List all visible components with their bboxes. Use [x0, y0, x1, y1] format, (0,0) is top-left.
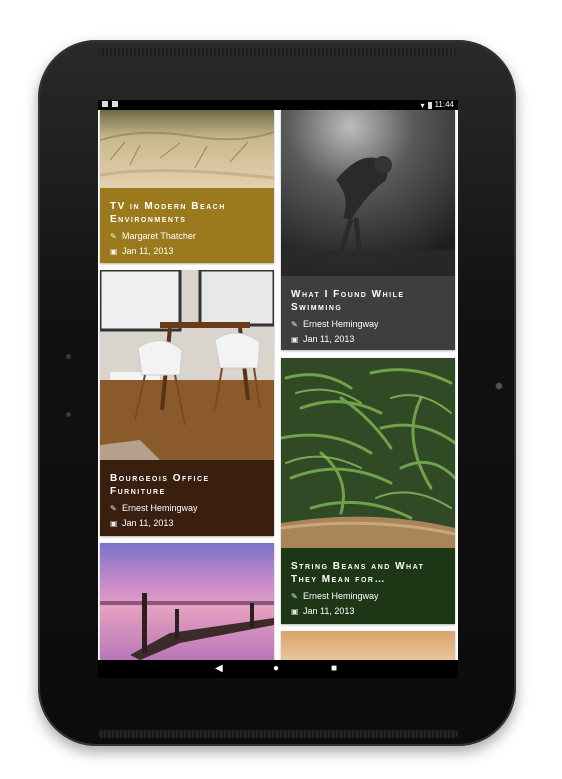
article-grid: TV in Modern Beach Environments ✎ Margar… [98, 110, 458, 660]
beach-sand-image [100, 110, 274, 188]
card-date-row: ▣ Jan 11, 2013 [100, 246, 274, 256]
card-date-row: ▣ Jan 11, 2013 [100, 518, 274, 528]
notification-icon [102, 101, 108, 107]
card-author: Ernest Hemingway [122, 503, 198, 513]
underwater-swimmer-image [281, 110, 455, 276]
card-title: What I Found While Swimming [291, 289, 405, 313]
pen-icon: ✎ [110, 503, 117, 513]
card-date: Jan 11, 2013 [303, 606, 355, 616]
card-title: String Beans and What They Mean for… [291, 561, 425, 585]
article-card[interactable]: String Beans and What They Mean for… ✎ E… [281, 358, 455, 624]
clock: 11:44 [434, 100, 454, 109]
card-date: Jan 11, 2013 [122, 246, 174, 256]
top-speaker-grille [98, 48, 458, 56]
card-author: Margaret Thatcher [122, 231, 196, 241]
status-bar: ▾ 11:44 [98, 100, 458, 110]
camera-lens [496, 383, 502, 389]
card-date: Jan 11, 2013 [303, 334, 355, 344]
card-meta: Bourgeois Office Furniture ✎ Ernest Hemi… [100, 460, 274, 536]
recents-button[interactable]: ■ [331, 664, 337, 674]
bottom-speaker-grille [98, 730, 458, 738]
wifi-icon: ▾ [420, 100, 425, 110]
card-image [281, 631, 455, 660]
pen-icon: ✎ [291, 319, 298, 329]
card-author: Ernest Hemingway [303, 591, 379, 601]
card-date-row: ▣ Jan 11, 2013 [281, 606, 455, 616]
card-author-row: ✎ Ernest Hemingway [100, 503, 274, 513]
article-card[interactable] [100, 543, 274, 660]
card-author-row: ✎ Ernest Hemingway [281, 591, 455, 601]
pen-icon: ✎ [291, 591, 298, 601]
card-meta: String Beans and What They Mean for… ✎ E… [281, 548, 455, 624]
card-title: Bourgeois Office Furniture [110, 473, 210, 497]
navigation-bar: ◀ ● ■ [98, 660, 458, 678]
string-beans-image [281, 358, 455, 548]
back-button[interactable]: ◀ [215, 664, 223, 674]
front-sensor [66, 354, 71, 359]
card-author-row: ✎ Ernest Hemingway [281, 319, 455, 329]
card-date: Jan 11, 2013 [122, 518, 174, 528]
card-date-row: ▣ Jan 11, 2013 [281, 334, 455, 344]
article-card[interactable]: Bourgeois Office Furniture ✎ Ernest Hemi… [100, 270, 274, 536]
card-meta: TV in Modern Beach Environments ✎ Margar… [100, 188, 274, 263]
pier-sunset-image [100, 543, 274, 660]
card-author-row: ✎ Margaret Thatcher [100, 231, 274, 241]
calendar-icon: ▣ [291, 606, 299, 616]
office-chairs-image [100, 270, 274, 460]
notification-icon-2 [112, 101, 118, 107]
battery-icon [427, 101, 432, 109]
screen: ▾ 11:44 TV in Modern Beach Environments … [98, 100, 458, 678]
article-card[interactable]: TV in Modern Beach Environments ✎ Margar… [100, 110, 274, 263]
calendar-icon: ▣ [110, 518, 118, 528]
card-title: TV in Modern Beach Environments [110, 201, 226, 225]
article-card[interactable] [281, 631, 455, 660]
front-sensor-2 [66, 412, 71, 417]
card-meta: What I Found While Swimming ✎ Ernest Hem… [281, 276, 455, 350]
card-author: Ernest Hemingway [303, 319, 379, 329]
home-button[interactable]: ● [273, 664, 279, 674]
calendar-icon: ▣ [291, 334, 299, 344]
article-card[interactable]: What I Found While Swimming ✎ Ernest Hem… [281, 110, 455, 350]
calendar-icon: ▣ [110, 246, 118, 256]
pen-icon: ✎ [110, 231, 117, 241]
